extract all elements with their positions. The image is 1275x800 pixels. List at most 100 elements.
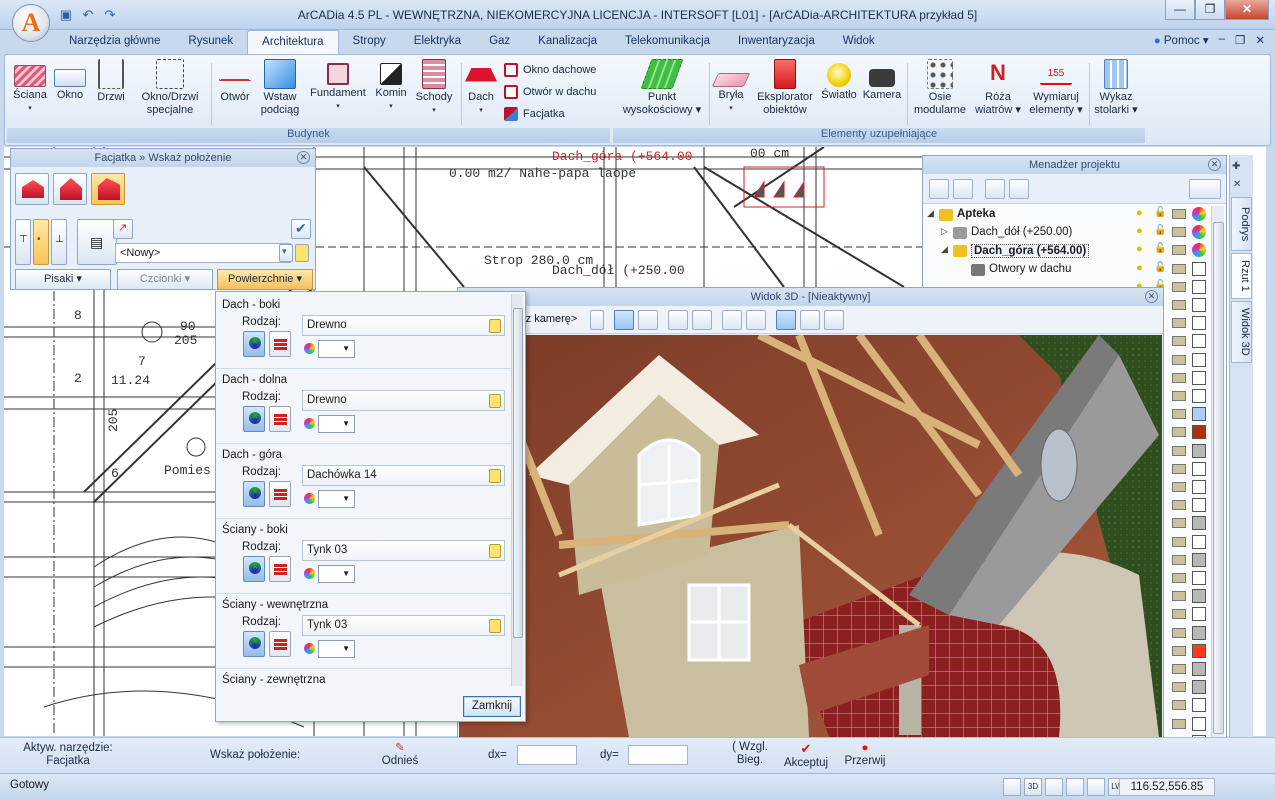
osie-modularne-button[interactable]: Osie modularne [911,59,969,117]
roza-wiatrow-button[interactable]: N Róża wiatrów ▾ [971,59,1025,117]
view-tool-3[interactable] [668,310,688,330]
align-middle-button[interactable]: • [33,219,49,265]
eksplorator-obiektow-button[interactable]: Eksplorator obiektów [753,59,817,117]
layer-color-swatch[interactable] [1192,370,1206,385]
layer-color-swatch[interactable] [1192,552,1206,567]
side-tab-rzut-1[interactable]: Rzut 1 [1231,253,1252,299]
printer-icon[interactable] [1172,209,1186,219]
layer-color-swatch[interactable] [1192,534,1206,549]
dach-button[interactable]: Dach ▾ [463,59,499,117]
printer-icon[interactable] [1172,536,1186,547]
tree-expander-icon[interactable]: ◢ [927,208,934,219]
printer-icon[interactable] [1172,591,1186,602]
view-tool-render[interactable] [800,310,820,330]
layer-color-swatch[interactable] [1192,607,1206,622]
texture-preview-button[interactable] [243,556,265,582]
tree-row[interactable]: ◢ Apteka ● 🔓 [923,206,1211,224]
brick-texture-button[interactable] [269,406,291,432]
lock-icon[interactable]: 🔓 [1154,207,1168,221]
dx-input[interactable] [517,745,577,765]
polar-toggle-icon[interactable] [1087,778,1105,796]
material-combo[interactable]: Drewno [302,315,505,336]
pm-copy-button[interactable] [985,179,1005,199]
color-palette-icon[interactable] [1192,207,1206,221]
minimize-button[interactable]: — [1165,0,1195,20]
printer-icon[interactable] [1172,664,1186,674]
facjatka-panel-close-icon[interactable]: ✕ [297,151,310,164]
color-dropdown-arrow[interactable]: ▼ [318,565,355,583]
material-bulb-icon[interactable] [489,544,501,558]
kamera-button[interactable]: Kamera [861,59,903,102]
wymiaruj-elementy-button[interactable]: 155 Wymiaruj elementy ▾ [1027,59,1085,117]
tree-expander-icon[interactable]: ▷ [941,226,948,237]
side-tab-podrys[interactable]: Podrys [1231,197,1252,251]
layer-color-swatch[interactable] [1192,261,1206,276]
czcionki-dropdown[interactable]: Czcionki ▾ [117,269,213,290]
lock-icon[interactable]: 🔓 [1154,243,1168,257]
material-bulb-icon[interactable] [489,394,501,408]
dy-input[interactable] [628,745,688,765]
tab-widok[interactable]: Widok [829,30,889,54]
pick-point-button[interactable]: ↗ [113,219,133,239]
align-bottom-button[interactable]: ⊥ [51,219,67,265]
wstaw-podciag-button[interactable]: Wstaw podciąg [259,59,301,117]
side-close-icon[interactable]: ✕ [1233,179,1241,190]
printer-icon[interactable] [1172,227,1186,238]
lock-icon[interactable]: 🔓 [1154,262,1168,276]
okno-dachowe-button[interactable]: Okno dachowe [504,63,596,77]
printer-icon[interactable] [1172,281,1186,292]
bryla-button[interactable]: Bryła ▾ [711,59,751,115]
brick-texture-button[interactable] [269,556,291,582]
scroll-thumb[interactable] [513,308,523,638]
confirm-check-button[interactable]: ✔ [291,219,311,239]
layer-color-swatch[interactable] [1192,480,1206,494]
help-menu[interactable]: ● Pomoc ▾ [1154,33,1209,47]
layer-color-swatch[interactable] [1192,625,1206,640]
swiatlo-button[interactable]: Światło [819,59,859,102]
tab-stropy[interactable]: Stropy [339,30,400,54]
ribbon-close-button[interactable]: ✕ [1255,33,1265,47]
color-dropdown[interactable]: ▼ [304,490,356,508]
akceptuj-button[interactable]: ✔ Akceptuj [780,742,832,770]
visibility-bulb-icon[interactable]: ● [1136,262,1150,276]
printer-icon[interactable] [1172,554,1186,565]
view-3d-toggle-icon[interactable]: 3D [1024,778,1042,796]
visibility-bulb-icon[interactable]: ● [1136,207,1150,221]
okno-drzwi-specjalne-button[interactable]: Okno/Drzwi specjalne [135,59,205,117]
pm-move-button[interactable] [953,179,973,199]
material-bulb-icon[interactable] [489,619,501,633]
color-dropdown-arrow[interactable]: ▼ [318,340,355,358]
tab-gaz[interactable]: Gaz [475,30,524,54]
texture-preview-button[interactable] [243,331,265,357]
color-palette-icon[interactable] [1192,225,1206,240]
printer-icon[interactable] [1172,427,1186,438]
color-dropdown-arrow[interactable]: ▼ [318,490,355,508]
przerwij-button[interactable]: ● Przerwij [840,742,890,768]
texture-preview-button[interactable] [243,631,265,657]
printer-icon[interactable] [1172,354,1186,365]
tab-architektura[interactable]: Architektura [247,30,339,54]
pin-icon[interactable]: ✚ [1232,161,1240,172]
material-combo[interactable]: Tynk 03 [302,540,505,561]
schody-button[interactable]: Schody ▾ [411,59,457,117]
printer-icon[interactable] [1172,573,1186,583]
snap-toggle-icon[interactable] [1045,778,1063,796]
view-tool-2[interactable] [638,310,658,330]
printer-icon[interactable] [1172,463,1186,474]
drzwi-button[interactable]: Drzwi [93,59,129,104]
layer-color-swatch[interactable] [1192,443,1206,458]
tree-row[interactable]: ◢ Dach_góra (+564.00) ● 🔓 [923,242,1211,260]
view-3d-close-icon[interactable]: ✕ [1145,290,1158,303]
view-tool-brick[interactable] [692,310,712,330]
okno-button[interactable]: Okno [53,59,87,102]
surfaces-scrollbar[interactable] [511,294,523,686]
color-dropdown[interactable]: ▼ [304,415,356,433]
tree-expander-icon[interactable]: ◢ [941,244,948,255]
wykaz-stolarki-button[interactable]: Wykaz stolarki ▾ [1091,59,1141,117]
color-dropdown-arrow[interactable]: ▼ [318,640,355,658]
visibility-bulb-icon[interactable]: ● [1136,225,1150,239]
ribbon-minimize-button[interactable]: – [1219,33,1225,47]
preset-bulb-button[interactable] [295,244,309,262]
printer-icon[interactable] [1172,700,1186,711]
properties-button[interactable]: ▤ [77,219,117,265]
